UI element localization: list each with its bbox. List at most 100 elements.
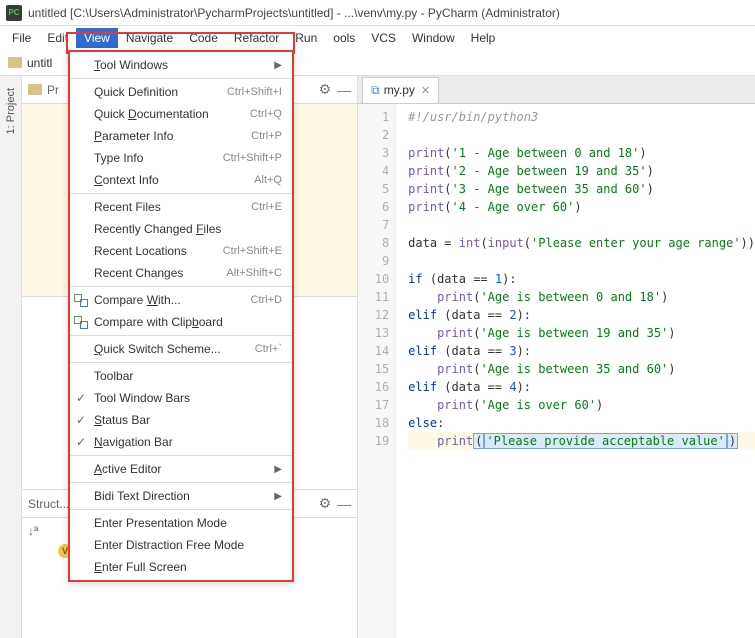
editor-column: ⧉ my.py ✕ 12345678910111213141516171819 … xyxy=(357,76,755,638)
shortcut-label: Ctrl+E xyxy=(251,201,282,213)
code-line[interactable]: data = int(input('Please enter your age … xyxy=(408,234,755,252)
shortcut-label: Ctrl+Shift+I xyxy=(227,86,282,98)
window-title: untitled [C:\Users\Administrator\Pycharm… xyxy=(28,6,560,20)
menu-item-quick-switch-scheme-[interactable]: Quick Switch Scheme...Ctrl+` xyxy=(70,338,292,360)
structure-panel-label: Struct... xyxy=(28,497,69,511)
code-line[interactable]: #!/usr/bin/python3 xyxy=(408,108,755,126)
shortcut-label: Ctrl+Shift+P xyxy=(223,152,282,164)
view-menu-dropdown: Tool Windows▶Quick DefinitionCtrl+Shift+… xyxy=(68,50,294,582)
code-line[interactable]: print('2 - Age between 19 and 35') xyxy=(408,162,755,180)
menu-item-parameter-info[interactable]: Parameter InfoCtrl+P xyxy=(70,125,292,147)
sort-icon[interactable]: ↓ª xyxy=(28,524,38,538)
menu-help[interactable]: Help xyxy=(463,28,504,48)
code-line[interactable]: print('Age is over 60') xyxy=(408,396,755,414)
shortcut-label: Ctrl+Q xyxy=(250,108,282,120)
menu-item-label: Recent Locations xyxy=(94,244,223,258)
menu-item-label: Tool Windows xyxy=(94,58,274,72)
code-content[interactable]: #!/usr/bin/python3 print('1 - Age between… xyxy=(396,104,755,638)
shortcut-label: Ctrl+Shift+E xyxy=(223,245,282,257)
menu-item-recent-changes[interactable]: Recent ChangesAlt+Shift+C xyxy=(70,262,292,284)
code-line[interactable]: print('Age is between 0 and 18') xyxy=(408,288,755,306)
menu-item-bidi-text-direction[interactable]: Bidi Text Direction▶ xyxy=(70,485,292,507)
menu-item-recent-files[interactable]: Recent FilesCtrl+E xyxy=(70,196,292,218)
code-line[interactable]: else: xyxy=(408,414,755,432)
code-line[interactable]: print('Age is between 19 and 35') xyxy=(408,324,755,342)
menu-item-tool-windows[interactable]: Tool Windows▶ xyxy=(70,54,292,76)
check-icon: ✓ xyxy=(76,413,86,427)
compare-icon xyxy=(74,315,88,329)
tool-window-strip: 1: Project xyxy=(0,76,22,638)
menu-item-label: Compare with Clipboard xyxy=(94,315,282,329)
breadcrumb-item[interactable]: untitl xyxy=(27,56,52,70)
code-line[interactable] xyxy=(408,216,755,234)
menu-item-enter-presentation-mode[interactable]: Enter Presentation Mode xyxy=(70,512,292,534)
menu-item-recent-locations[interactable]: Recent LocationsCtrl+Shift+E xyxy=(70,240,292,262)
minimize-icon[interactable]: — xyxy=(337,496,351,512)
editor-tab-label: my.py xyxy=(384,83,415,97)
menu-item-label: Recent Changes xyxy=(94,266,226,280)
menu-item-toolbar[interactable]: Toolbar xyxy=(70,365,292,387)
menu-item-label: Quick Definition xyxy=(94,85,227,99)
menu-item-label: Compare With... xyxy=(94,293,251,307)
check-icon: ✓ xyxy=(76,391,86,405)
code-line[interactable] xyxy=(408,126,755,144)
menu-item-label: Enter Full Screen xyxy=(94,560,282,574)
editor-area[interactable]: 12345678910111213141516171819 #!/usr/bin… xyxy=(358,104,755,638)
shortcut-label: Ctrl+D xyxy=(251,294,282,306)
menu-item-quick-definition[interactable]: Quick DefinitionCtrl+Shift+I xyxy=(70,81,292,103)
code-line[interactable]: if (data == 1): xyxy=(408,270,755,288)
folder-icon xyxy=(28,84,42,95)
menu-item-label: Enter Distraction Free Mode xyxy=(94,538,282,552)
minimize-icon[interactable]: — xyxy=(337,82,351,98)
code-line[interactable]: print('Please provide acceptable value') xyxy=(408,432,755,450)
menu-file[interactable]: File xyxy=(4,28,39,48)
menu-item-label: Quick Switch Scheme... xyxy=(94,342,255,356)
gear-icon[interactable]: ⚙ xyxy=(319,81,332,98)
code-line[interactable] xyxy=(408,252,755,270)
menu-item-recently-changed-files[interactable]: Recently Changed Files xyxy=(70,218,292,240)
menu-item-tool-window-bars[interactable]: ✓ Tool Window Bars xyxy=(70,387,292,409)
check-icon: ✓ xyxy=(76,435,86,449)
menu-item-quick-documentation[interactable]: Quick DocumentationCtrl+Q xyxy=(70,103,292,125)
menu-item-compare-with-[interactable]: Compare With...Ctrl+D xyxy=(70,289,292,311)
menu-item-status-bar[interactable]: ✓ Status Bar xyxy=(70,409,292,431)
chevron-right-icon: ▶ xyxy=(274,491,282,502)
menu-item-context-info[interactable]: Context InfoAlt+Q xyxy=(70,169,292,191)
menu-item-label: Recent Files xyxy=(94,200,251,214)
code-line[interactable]: print('3 - Age between 35 and 60') xyxy=(408,180,755,198)
menu-item-label: Context Info xyxy=(94,173,254,187)
close-icon[interactable]: ✕ xyxy=(421,84,430,97)
code-line[interactable]: print('1 - Age between 0 and 18') xyxy=(408,144,755,162)
menu-item-label: Tool Window Bars xyxy=(94,391,282,405)
menu-item-enter-distraction-free-mode[interactable]: Enter Distraction Free Mode xyxy=(70,534,292,556)
menu-item-label: Status Bar xyxy=(94,413,282,427)
menu-item-compare-with-clipboard[interactable]: Compare with Clipboard xyxy=(70,311,292,333)
menu-item-label: Toolbar xyxy=(94,369,282,383)
project-tool-button[interactable]: 1: Project xyxy=(5,88,17,134)
gear-icon[interactable]: ⚙ xyxy=(319,495,332,512)
menu-item-active-editor[interactable]: Active Editor▶ xyxy=(70,458,292,480)
editor-tabs: ⧉ my.py ✕ xyxy=(358,76,755,104)
menu-item-type-info[interactable]: Type InfoCtrl+Shift+P xyxy=(70,147,292,169)
menu-item-label: Quick Documentation xyxy=(94,107,250,121)
editor-tab[interactable]: ⧉ my.py ✕ xyxy=(362,77,439,103)
menu-item-label: Parameter Info xyxy=(94,129,251,143)
code-line[interactable]: elif (data == 3): xyxy=(408,342,755,360)
chevron-right-icon: ▶ xyxy=(274,60,282,71)
shortcut-label: Ctrl+` xyxy=(255,343,282,355)
menu-item-navigation-bar[interactable]: ✓Navigation Bar xyxy=(70,431,292,453)
menu-window[interactable]: Window xyxy=(404,28,463,48)
folder-icon xyxy=(8,57,22,68)
title-bar: PC untitled [C:\Users\Administrator\Pych… xyxy=(0,0,755,26)
menu-vcs[interactable]: VCS xyxy=(363,28,404,48)
code-line[interactable]: elif (data == 2): xyxy=(408,306,755,324)
menu-item-enter-full-screen[interactable]: Enter Full Screen xyxy=(70,556,292,578)
code-line[interactable]: print('4 - Age over 60') xyxy=(408,198,755,216)
shortcut-label: Ctrl+P xyxy=(251,130,282,142)
menu-ools[interactable]: ools xyxy=(325,28,363,48)
shortcut-label: Alt+Q xyxy=(254,174,282,186)
menu-item-label: Enter Presentation Mode xyxy=(94,516,282,530)
code-line[interactable]: print('Age is between 35 and 60') xyxy=(408,360,755,378)
compare-icon xyxy=(74,293,88,307)
code-line[interactable]: elif (data == 4): xyxy=(408,378,755,396)
